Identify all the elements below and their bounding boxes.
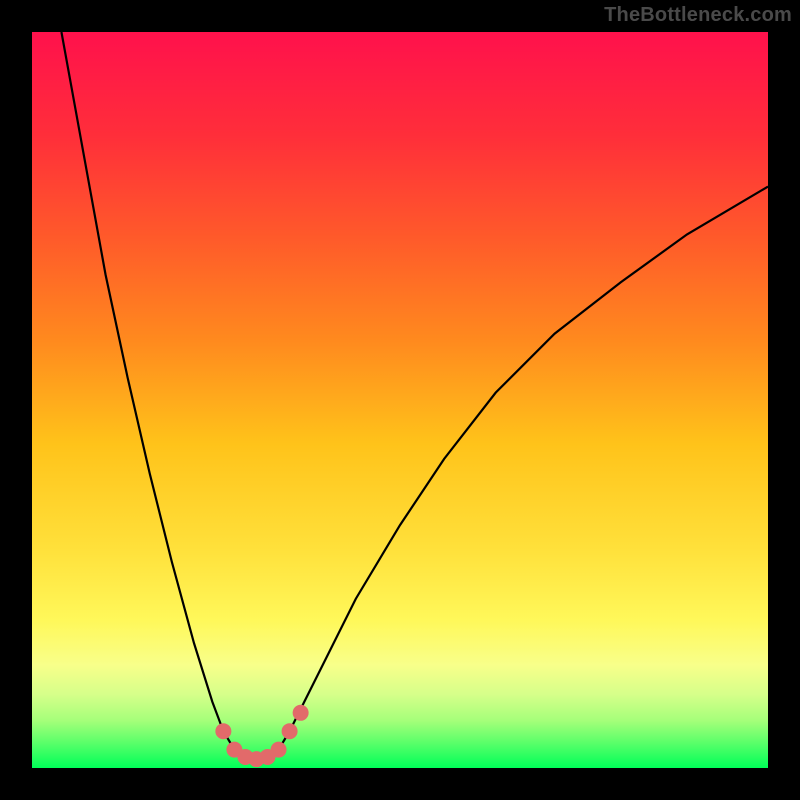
valley-markers: [215, 705, 308, 767]
watermark-text: TheBottleneck.com: [604, 4, 792, 27]
chart-container: TheBottleneck.com: [0, 0, 800, 800]
valley-marker: [282, 723, 298, 739]
bottleneck-curve: [61, 32, 768, 759]
plot-area: [32, 32, 768, 768]
valley-marker: [293, 705, 309, 721]
valley-marker: [215, 723, 231, 739]
curve-layer: [32, 32, 768, 768]
valley-marker: [271, 742, 287, 758]
